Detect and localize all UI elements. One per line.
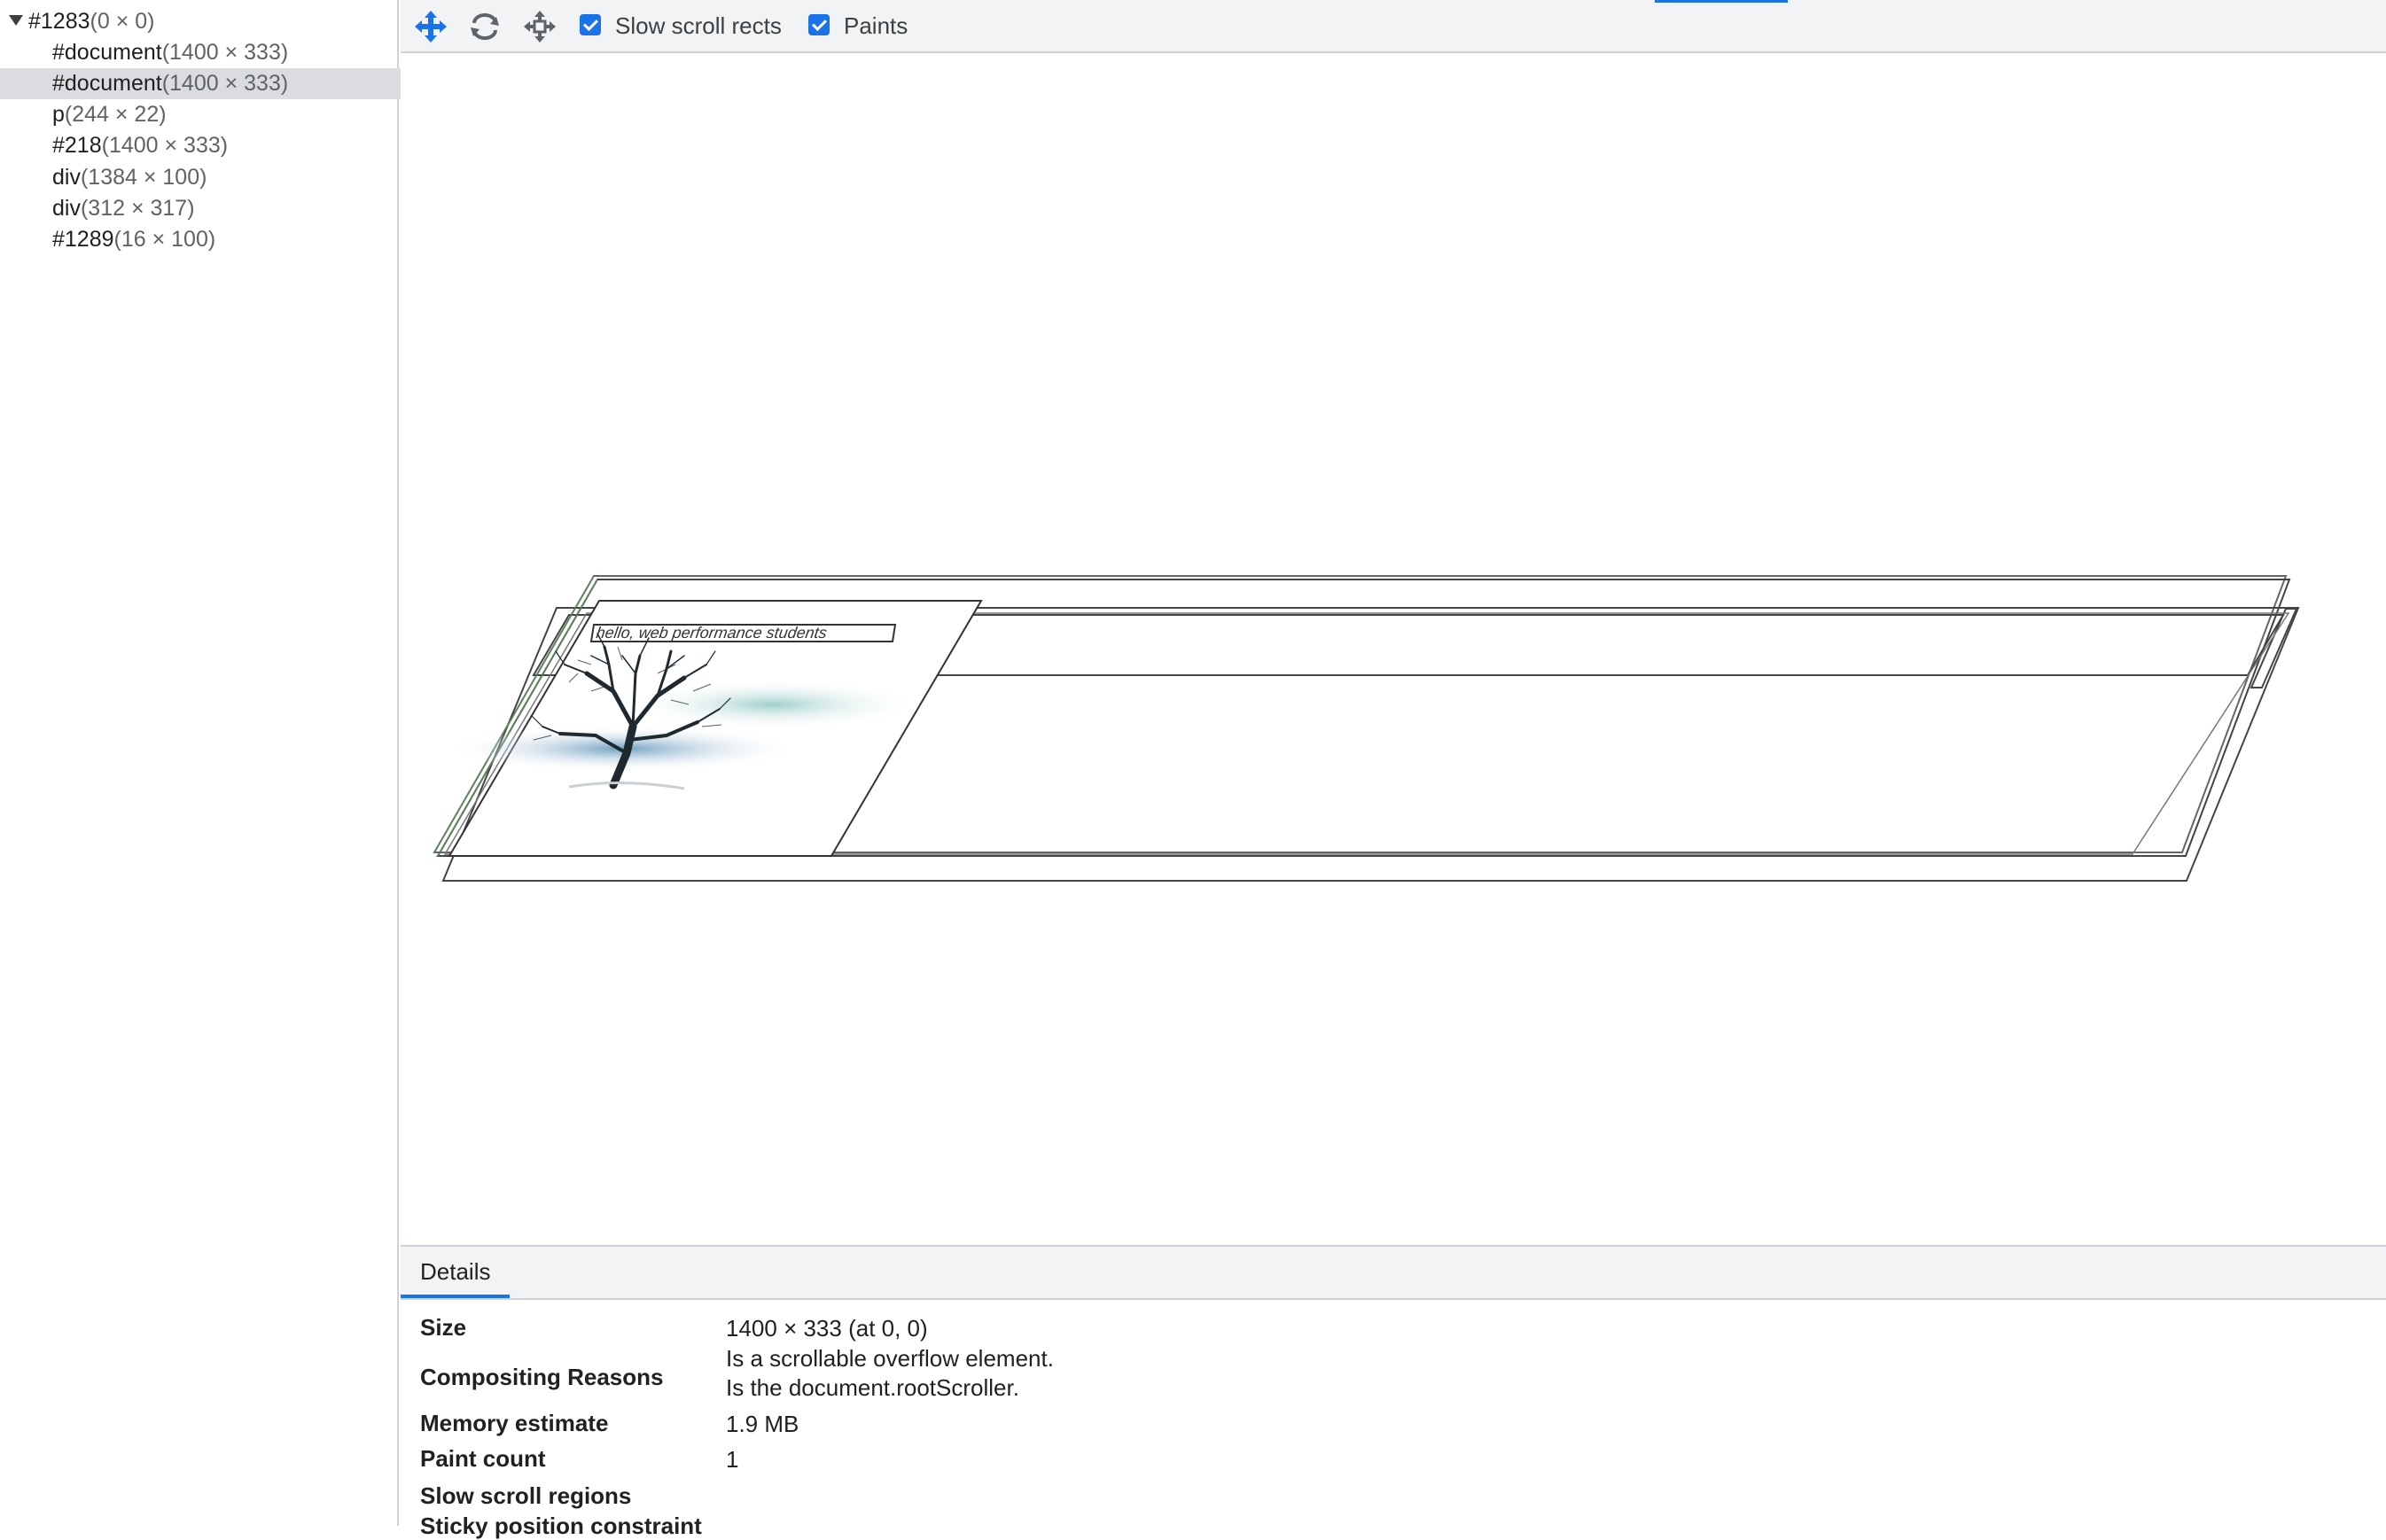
tree-item-name: div [52, 196, 81, 221]
tree-item-name: p [52, 102, 65, 127]
tree-item-name: #document [52, 40, 162, 65]
layer-paragraph-text: hello, web performance students [595, 624, 828, 642]
layer-tree-panel: #1283(0 × 0) #document(1400 × 333) #docu… [0, 0, 449, 1526]
tree-item[interactable]: div(312 × 317) [0, 193, 449, 224]
tree-item-dims: (1400 × 333) [161, 40, 289, 65]
active-tab-indicator [1655, 0, 1788, 3]
tree-item-dims: (1400 × 333) [101, 133, 229, 158]
tree-item[interactable]: #document(1400 × 333) [0, 37, 449, 68]
details-key: Paint count [420, 1445, 546, 1472]
tree-item[interactable]: #218(1400 × 333) [0, 130, 449, 161]
tab-details[interactable]: Details [401, 1247, 511, 1298]
details-key: Compositing Reasons [420, 1364, 664, 1390]
slow-scroll-rects-checkbox[interactable] [580, 14, 601, 35]
tree-item-dims: (1384 × 100) [80, 165, 207, 190]
tree-item[interactable]: div(1384 × 100) [0, 162, 449, 193]
tree-item-dims: (16 × 100) [113, 227, 216, 252]
details-value: 1400 × 333 (at 0, 0) [726, 1315, 928, 1342]
details-panel: Details Size 1400 × 333 (at 0, 0) Compos… [401, 1245, 2386, 1539]
details-key: Size [420, 1314, 467, 1341]
tree-item-name: #1289 [52, 227, 114, 252]
layer-visualization[interactable]: hello, web performance students [401, 53, 2386, 1245]
details-key: Slow scroll regions [420, 1482, 632, 1509]
details-value: Is a scrollable overflow element. [726, 1345, 1054, 1372]
tree-item-dims: (0 × 0) [90, 9, 155, 34]
tree-item-root[interactable]: #1283(0 × 0) [0, 6, 406, 37]
tree-item-dims: (244 × 22) [64, 102, 167, 127]
paints-label[interactable]: Paints [844, 12, 908, 40]
paints-checkbox[interactable] [808, 14, 830, 35]
reset-view-icon[interactable] [524, 11, 556, 43]
pan-mode-icon[interactable] [415, 11, 447, 43]
rotate-mode-icon[interactable] [469, 11, 501, 43]
tree-item-name: #document [52, 71, 162, 96]
details-key: Memory estimate [420, 1410, 609, 1436]
tree-item-selected[interactable]: #document(1400 × 333) [0, 68, 449, 99]
details-value: 1 [726, 1446, 739, 1473]
details-value: Is the document.rootScroller. [726, 1374, 1019, 1401]
layers-toolbar: Slow scroll rects Paints [401, 0, 2386, 53]
expand-triangle-icon[interactable] [9, 15, 23, 27]
tree-item-dims: (312 × 317) [80, 196, 195, 221]
tree-item-name: #218 [52, 133, 102, 158]
details-key: Sticky position constraint [420, 1513, 702, 1539]
tree-item-dims: (1400 × 333) [161, 71, 289, 96]
slow-scroll-rects-label[interactable]: Slow scroll rects [615, 12, 782, 40]
details-value: 1.9 MB [726, 1411, 799, 1437]
tree-item-name: #1283 [28, 9, 90, 34]
tree-item[interactable]: #1289(16 × 100) [0, 224, 449, 255]
details-tabbar: Details [401, 1247, 2386, 1300]
tree-item[interactable]: p(244 × 22) [0, 99, 449, 130]
tree-item-name: div [52, 165, 81, 190]
layers-3d-canvas[interactable]: hello, web performance students [401, 53, 2386, 1245]
